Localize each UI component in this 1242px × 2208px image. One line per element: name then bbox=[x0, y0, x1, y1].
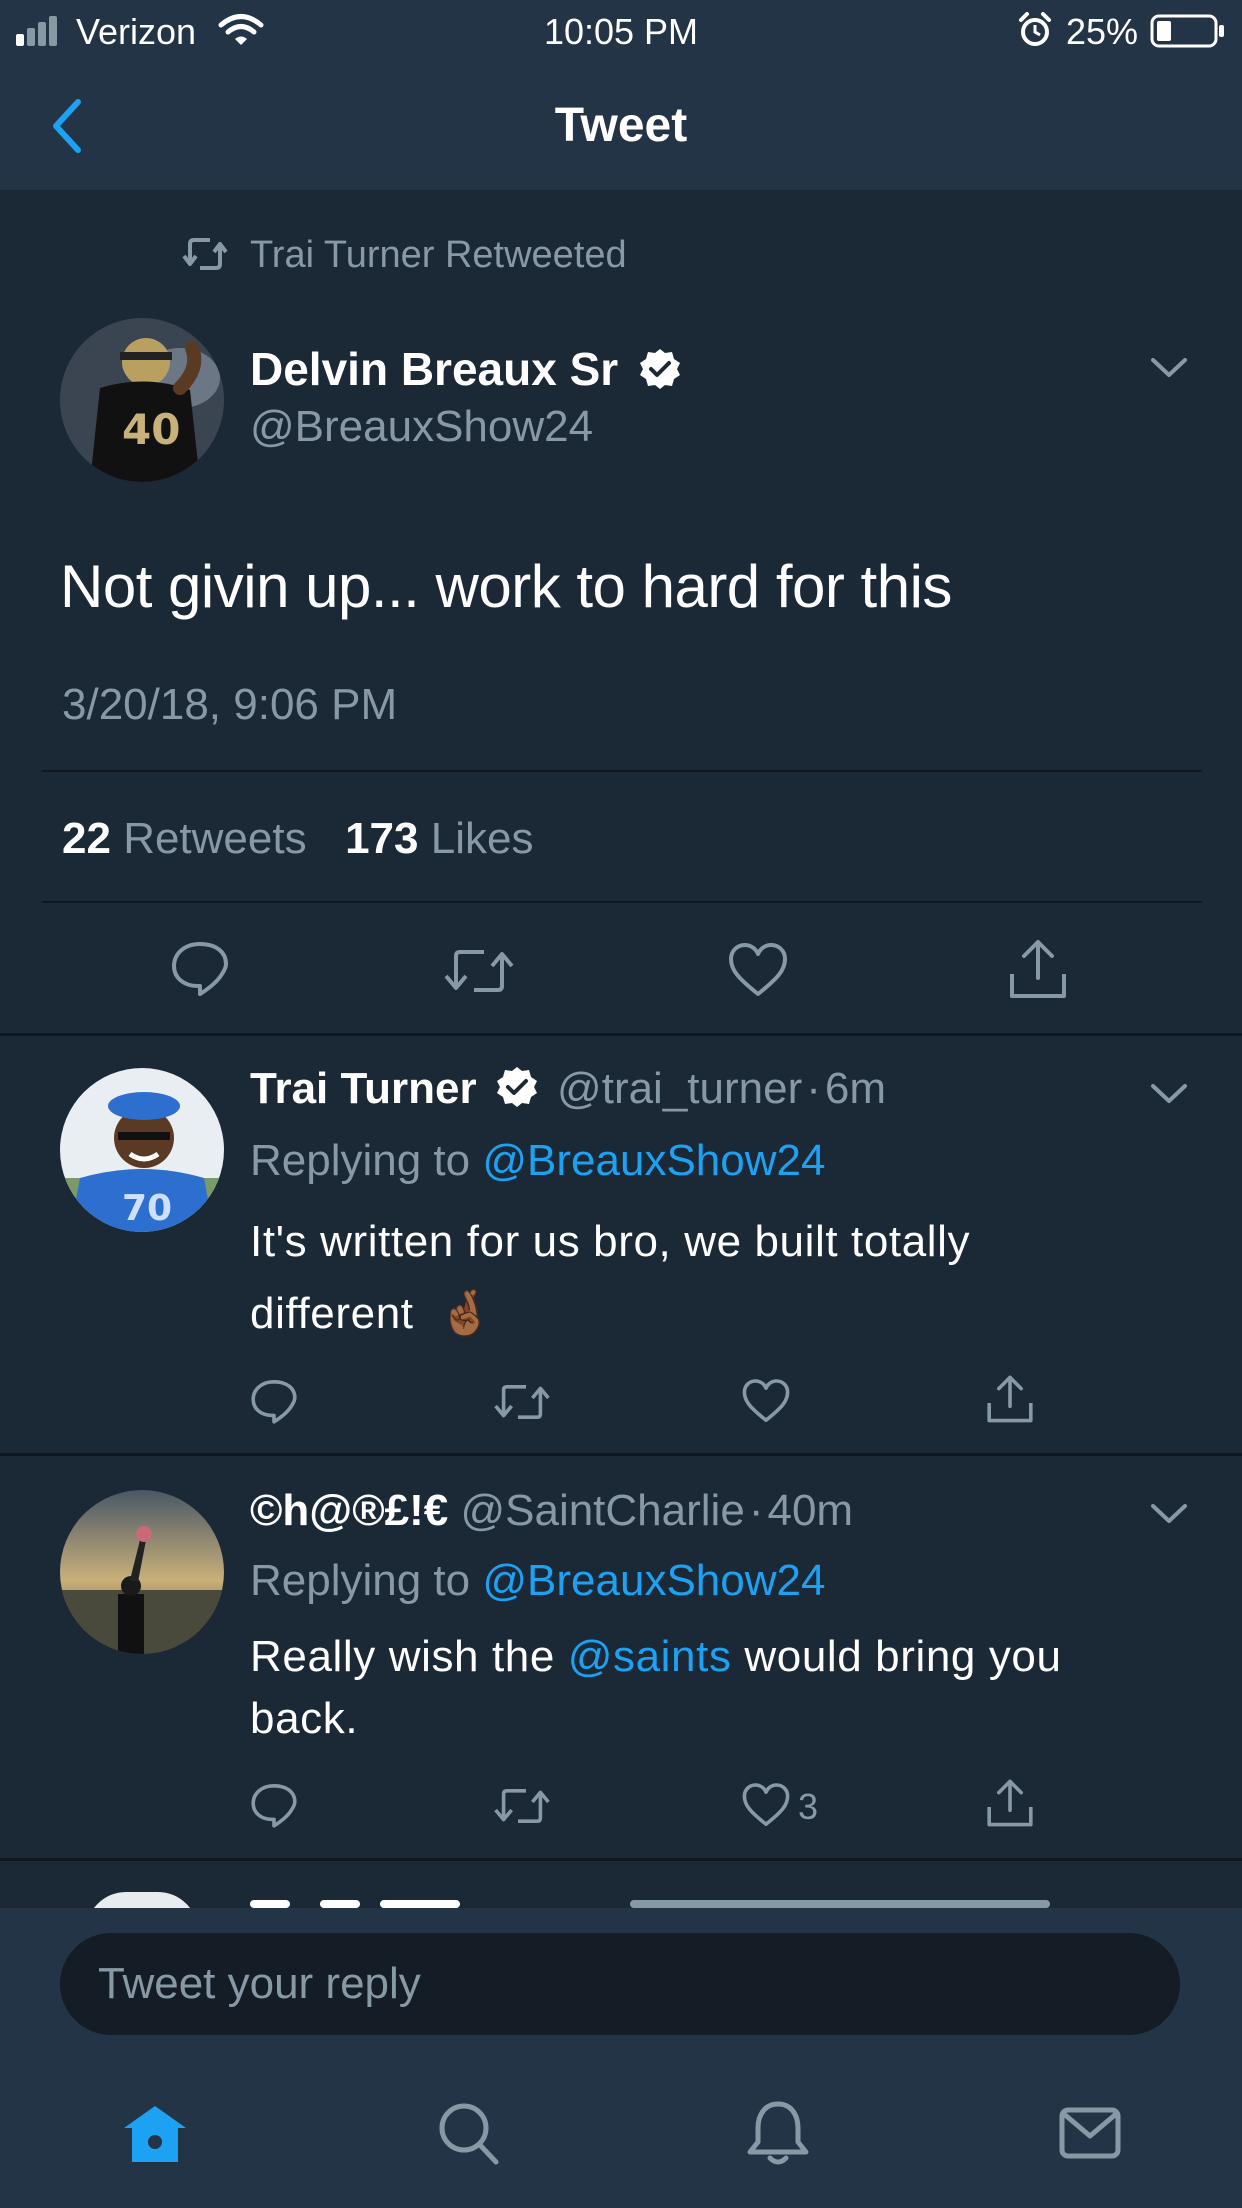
verified-icon bbox=[638, 347, 682, 391]
share-icon bbox=[1010, 940, 1066, 998]
home-icon bbox=[124, 2106, 186, 2162]
battery-percent: 25% bbox=[1066, 11, 1139, 52]
nav-bar: Tweet bbox=[0, 62, 1242, 190]
retweet-context bbox=[182, 234, 228, 274]
verified-icon bbox=[495, 1065, 539, 1109]
reply-icon bbox=[251, 1784, 297, 1828]
tab-home[interactable] bbox=[120, 2102, 190, 2166]
retweets-count[interactable]: 22 bbox=[62, 814, 111, 863]
tweet-stats: 22 Retweets 173 Likes bbox=[62, 814, 533, 864]
replying-to-link[interactable]: @BreauxShow24 bbox=[482, 1556, 825, 1605]
separator-dot: · bbox=[748, 1486, 764, 1535]
crossed-fingers-emoji: 🤞🏾 bbox=[438, 1289, 494, 1338]
chevron-down-icon bbox=[1151, 358, 1187, 377]
tweet-text: Not givin up... work to hard for this bbox=[60, 553, 952, 620]
reply-author-handle[interactable]: @SaintCharlie bbox=[460, 1486, 744, 1535]
reply-icon bbox=[251, 1380, 297, 1424]
like-count: 3 bbox=[798, 1786, 819, 1827]
reply-author-name[interactable]: ©h@®£!€ bbox=[250, 1486, 448, 1535]
mention-link[interactable]: @saints bbox=[568, 1632, 732, 1681]
replying-to: Replying to @BreauxShow24 bbox=[250, 1556, 825, 1606]
share-button[interactable] bbox=[986, 1778, 1034, 1828]
retweet-button[interactable] bbox=[444, 944, 514, 998]
tweet-timestamp: 3/20/18, 9:06 PM bbox=[62, 680, 398, 729]
svg-text:40: 40 bbox=[122, 405, 180, 454]
retweet-icon bbox=[182, 238, 228, 270]
retweets-label[interactable]: Retweets bbox=[123, 814, 306, 863]
likes-label[interactable]: Likes bbox=[431, 814, 534, 863]
tab-notifications[interactable] bbox=[746, 2098, 810, 2168]
divider bbox=[0, 1033, 1242, 1036]
reply-input[interactable] bbox=[60, 1933, 1180, 2035]
reply-header: Trai Turner @trai_turner·6m bbox=[250, 1064, 886, 1114]
tab-search[interactable] bbox=[436, 2100, 502, 2168]
divider bbox=[0, 1858, 1242, 1861]
reply-menu-button[interactable] bbox=[1150, 1082, 1188, 1106]
search-icon bbox=[439, 2103, 499, 2165]
battery-icon bbox=[1150, 14, 1226, 48]
share-icon bbox=[987, 1375, 1033, 1423]
svg-text:70: 70 bbox=[122, 1188, 172, 1229]
replying-to: Replying to @BreauxShow24 bbox=[250, 1136, 825, 1186]
author-handle[interactable]: @BreauxShow24 bbox=[250, 402, 593, 452]
retweet-icon bbox=[494, 1789, 550, 1823]
reply-text: Really wish the @saints would bring you … bbox=[250, 1626, 1062, 1750]
avatar[interactable]: 40 bbox=[60, 318, 224, 482]
reply-time[interactable]: 40m bbox=[767, 1486, 853, 1535]
share-button[interactable] bbox=[986, 1374, 1034, 1424]
retweet-button[interactable] bbox=[494, 1784, 550, 1828]
reply-text-start: Really wish the bbox=[250, 1632, 555, 1681]
like-button[interactable] bbox=[742, 1378, 790, 1424]
author-name[interactable]: Delvin Breaux Sr bbox=[250, 342, 618, 396]
divider bbox=[42, 901, 1202, 903]
replying-to-prefix: Replying to bbox=[250, 1556, 471, 1605]
tab-messages[interactable] bbox=[1058, 2106, 1122, 2162]
chevron-down-icon bbox=[1151, 1084, 1187, 1103]
divider bbox=[0, 1453, 1242, 1456]
reply-icon bbox=[172, 942, 228, 996]
reply-text-end: different bbox=[250, 1289, 414, 1338]
avatar[interactable]: 70 bbox=[60, 1068, 224, 1232]
next-reply-header-edge bbox=[250, 1892, 1130, 1908]
clock-time: 10:05 PM bbox=[543, 11, 699, 52]
likes-count[interactable]: 173 bbox=[345, 814, 418, 863]
replying-to-prefix: Replying to bbox=[250, 1136, 471, 1185]
tweet-menu-button[interactable] bbox=[1150, 356, 1188, 380]
status-bar: Verizon 10:05 PM 25% bbox=[0, 0, 1242, 62]
reply-button[interactable] bbox=[170, 940, 230, 996]
share-icon bbox=[987, 1779, 1033, 1827]
reply-menu-button[interactable] bbox=[1150, 1502, 1188, 1526]
reply-text-line: back. bbox=[250, 1694, 359, 1743]
mail-icon bbox=[1059, 2107, 1121, 2159]
divider bbox=[42, 770, 1202, 772]
retweet-button[interactable] bbox=[494, 1380, 550, 1424]
reply-button[interactable] bbox=[250, 1378, 298, 1424]
heart-icon bbox=[742, 1379, 790, 1422]
heart-icon bbox=[742, 1783, 790, 1826]
reply-text: It's written for us bro, we built totall… bbox=[250, 1206, 970, 1350]
reply-header: ©h@®£!€ @SaintCharlie·40m bbox=[250, 1486, 853, 1536]
retweet-icon bbox=[494, 1385, 550, 1419]
reply-author-handle[interactable]: @trai_turner bbox=[557, 1064, 802, 1113]
avatar[interactable] bbox=[60, 1490, 224, 1654]
reply-text-end: would bring you bbox=[744, 1632, 1062, 1681]
reply-text-line: Really wish the @saints would bring you bbox=[250, 1626, 1062, 1688]
reply-time[interactable]: 6m bbox=[825, 1064, 886, 1113]
reply-text-line: It's written for us bro, we built totall… bbox=[250, 1217, 971, 1266]
like-button[interactable] bbox=[728, 942, 788, 998]
chevron-down-icon bbox=[1151, 1504, 1187, 1523]
reply-text-line: different 🤞🏾 bbox=[250, 1278, 970, 1350]
heart-icon bbox=[729, 943, 787, 996]
share-button[interactable] bbox=[1008, 938, 1068, 1000]
page-title: Tweet bbox=[554, 99, 688, 152]
replying-to-link[interactable]: @BreauxShow24 bbox=[482, 1136, 825, 1185]
reply-button[interactable] bbox=[250, 1782, 298, 1828]
separator-dot: · bbox=[806, 1064, 821, 1113]
retweet-icon bbox=[444, 950, 514, 992]
like-button[interactable] bbox=[742, 1782, 790, 1828]
reply-author-name[interactable]: Trai Turner bbox=[250, 1064, 477, 1113]
alarm-icon bbox=[1018, 12, 1052, 48]
bell-icon bbox=[747, 2101, 809, 2165]
retweet-context-label: Trai Turner Retweeted bbox=[250, 234, 627, 276]
